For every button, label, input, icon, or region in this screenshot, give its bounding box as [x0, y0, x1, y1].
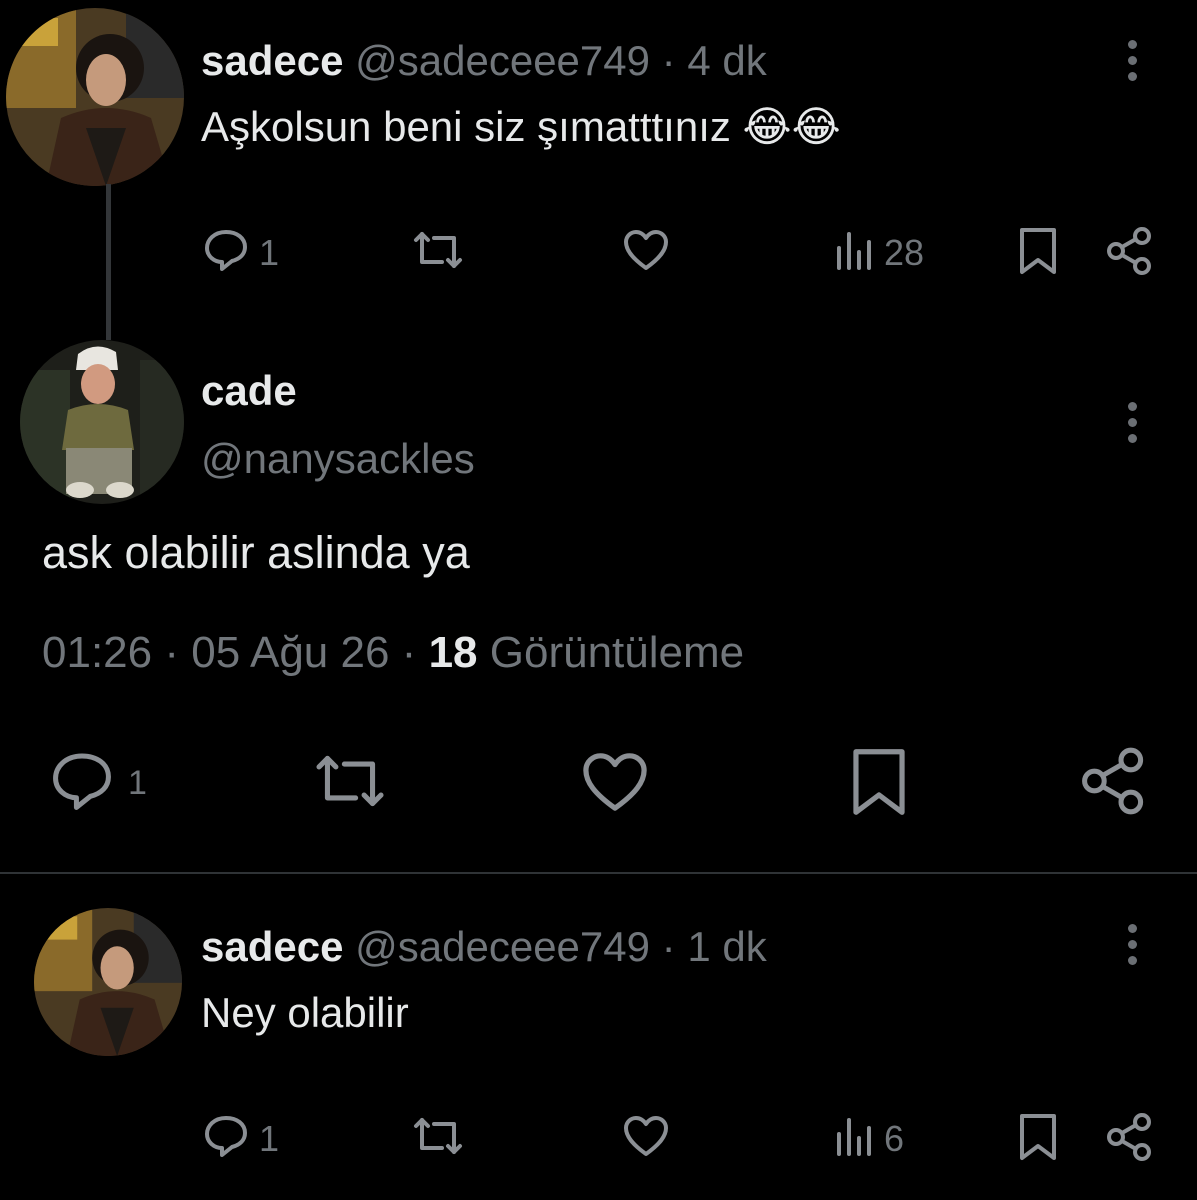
like-icon: [580, 750, 650, 819]
divider: [0, 872, 1197, 874]
timestamp[interactable]: 4 dk: [687, 37, 766, 84]
thread-connector-line: [106, 184, 111, 340]
views-number: 18: [428, 628, 478, 677]
like-button[interactable]: [622, 228, 670, 277]
share-button[interactable]: [1106, 226, 1154, 281]
views-button[interactable]: 6: [834, 1114, 904, 1163]
reply-button[interactable]: 1: [50, 750, 147, 817]
views-count: 6: [884, 1117, 905, 1159]
share-icon: [1080, 746, 1148, 821]
retweet-button[interactable]: [410, 228, 466, 277]
separator-dot: ·: [661, 37, 676, 84]
separator-dot: ·: [164, 628, 179, 677]
bookmark-icon: [1018, 226, 1058, 281]
user-handle[interactable]: @nanysackles: [201, 438, 475, 480]
reply-icon: [50, 750, 114, 817]
more-icon[interactable]: [1126, 924, 1138, 972]
like-icon: [622, 228, 670, 277]
display-name[interactable]: sadece: [201, 923, 343, 970]
reply-count: 1: [259, 1117, 280, 1159]
user-handle[interactable]: @sadeceee749: [355, 37, 650, 84]
tweet-meta: 01:26 · 05 Ağu 26 · 18 Görüntüleme: [42, 628, 744, 678]
views-icon: [834, 228, 874, 277]
more-icon[interactable]: [1126, 402, 1138, 450]
user-handle[interactable]: @sadeceee749: [355, 923, 650, 970]
separator-dot: ·: [661, 923, 676, 970]
user-header: sadece @sadeceee749 · 4 dk: [201, 40, 767, 82]
more-icon[interactable]: [1126, 40, 1138, 88]
tweet-text: Ney olabilir: [201, 989, 409, 1036]
views-count: 28: [884, 231, 925, 273]
bookmark-icon: [850, 746, 908, 823]
retweet-icon: [410, 228, 466, 277]
bookmark-button[interactable]: [1018, 226, 1058, 281]
views-icon: [834, 1114, 874, 1163]
reply-count: 1: [128, 764, 147, 802]
like-icon: [622, 1114, 670, 1163]
retweet-icon: [310, 750, 390, 817]
views-button[interactable]: 28: [834, 228, 924, 277]
bookmark-button[interactable]: [850, 746, 908, 823]
reply-count: 1: [259, 231, 280, 273]
retweet-button[interactable]: [310, 750, 390, 817]
user-header: sadece @sadeceee749 · 1 dk: [201, 926, 767, 968]
tweet-time[interactable]: 01:26: [42, 628, 152, 677]
reply-icon: [203, 228, 249, 277]
tweet-date[interactable]: 05 Ağu 26: [191, 628, 389, 677]
display-name[interactable]: sadece: [201, 37, 343, 84]
avatar[interactable]: [20, 340, 184, 504]
retweet-icon: [410, 1114, 466, 1163]
separator-dot: ·: [401, 628, 417, 677]
bookmark-button[interactable]: [1018, 1112, 1058, 1167]
views-label[interactable]: Görüntüleme: [490, 628, 744, 677]
timestamp[interactable]: 1 dk: [687, 923, 766, 970]
tweet-text: ask olabilir aslinda ya: [42, 527, 470, 578]
share-button[interactable]: [1080, 746, 1148, 821]
bookmark-icon: [1018, 1112, 1058, 1167]
reply-icon: [203, 1114, 249, 1163]
share-icon: [1106, 1112, 1154, 1167]
reply-button[interactable]: 1: [203, 1114, 279, 1163]
tweet-text: Aşkolsun beni siz şımatttınız 😂😂: [201, 103, 841, 150]
like-button[interactable]: [622, 1114, 670, 1163]
like-button[interactable]: [580, 750, 650, 819]
retweet-button[interactable]: [410, 1114, 466, 1163]
reply-button[interactable]: 1: [203, 228, 279, 277]
share-button[interactable]: [1106, 1112, 1154, 1167]
avatar[interactable]: [34, 908, 182, 1056]
display-name[interactable]: cade: [201, 370, 297, 412]
avatar[interactable]: [6, 8, 184, 186]
share-icon: [1106, 226, 1154, 281]
